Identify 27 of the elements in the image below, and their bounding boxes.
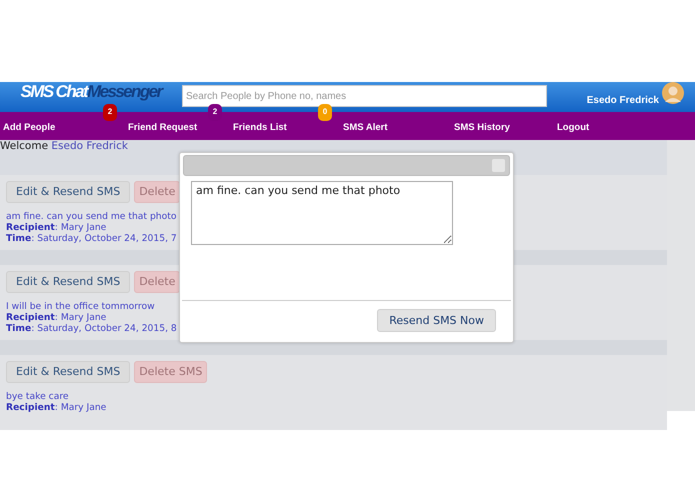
nav-link[interactable]: SMS Alert [343,122,388,134]
nav-link[interactable]: SMS History [454,122,510,134]
message-text: I will be in the office tommorrow [6,301,155,312]
time-text: Time: Saturday, October 24, 2015, 7 [6,233,177,244]
message-field[interactable]: am fine. can you send me that photo [191,181,453,245]
count-badge: 2 [103,104,117,122]
user-link[interactable]: Esedo Fredrick [51,140,128,152]
recipient-text: Recipient: Mary Jane [6,222,106,233]
edit-resend-button[interactable]: Edit & Resend SMS [6,361,130,383]
search-field[interactable]: Search People by Phone no, names [182,85,547,107]
nav-link[interactable]: Logout [557,122,590,134]
user-name[interactable]: Esedo Fredrick [586,92,659,108]
resend-button[interactable]: Resend SMS Now [377,309,496,332]
time-text: Time: Saturday, October 24, 2015, 8 [6,323,177,334]
recipient-text: Recipient: Mary Jane [6,402,106,413]
nav-link[interactable]: Add People [3,122,56,134]
message-text: bye take care [6,391,69,402]
logo[interactable]: SMS ChatMessenger [0,79,182,105]
edit-resend-button[interactable]: Edit & Resend SMS [6,271,130,293]
message-text: am fine. can you send me that photo [6,211,176,222]
avatar-icon[interactable] [662,82,684,104]
welcome-text: Welcome [0,140,48,152]
nav-link[interactable]: Friends List [233,122,287,134]
count-badge: 0 [318,104,332,122]
edit-resend-button[interactable]: Edit & Resend SMS [6,181,130,203]
recipient-text: Recipient: Mary Jane [6,312,106,323]
nav-link[interactable]: Friend Request [128,122,198,134]
